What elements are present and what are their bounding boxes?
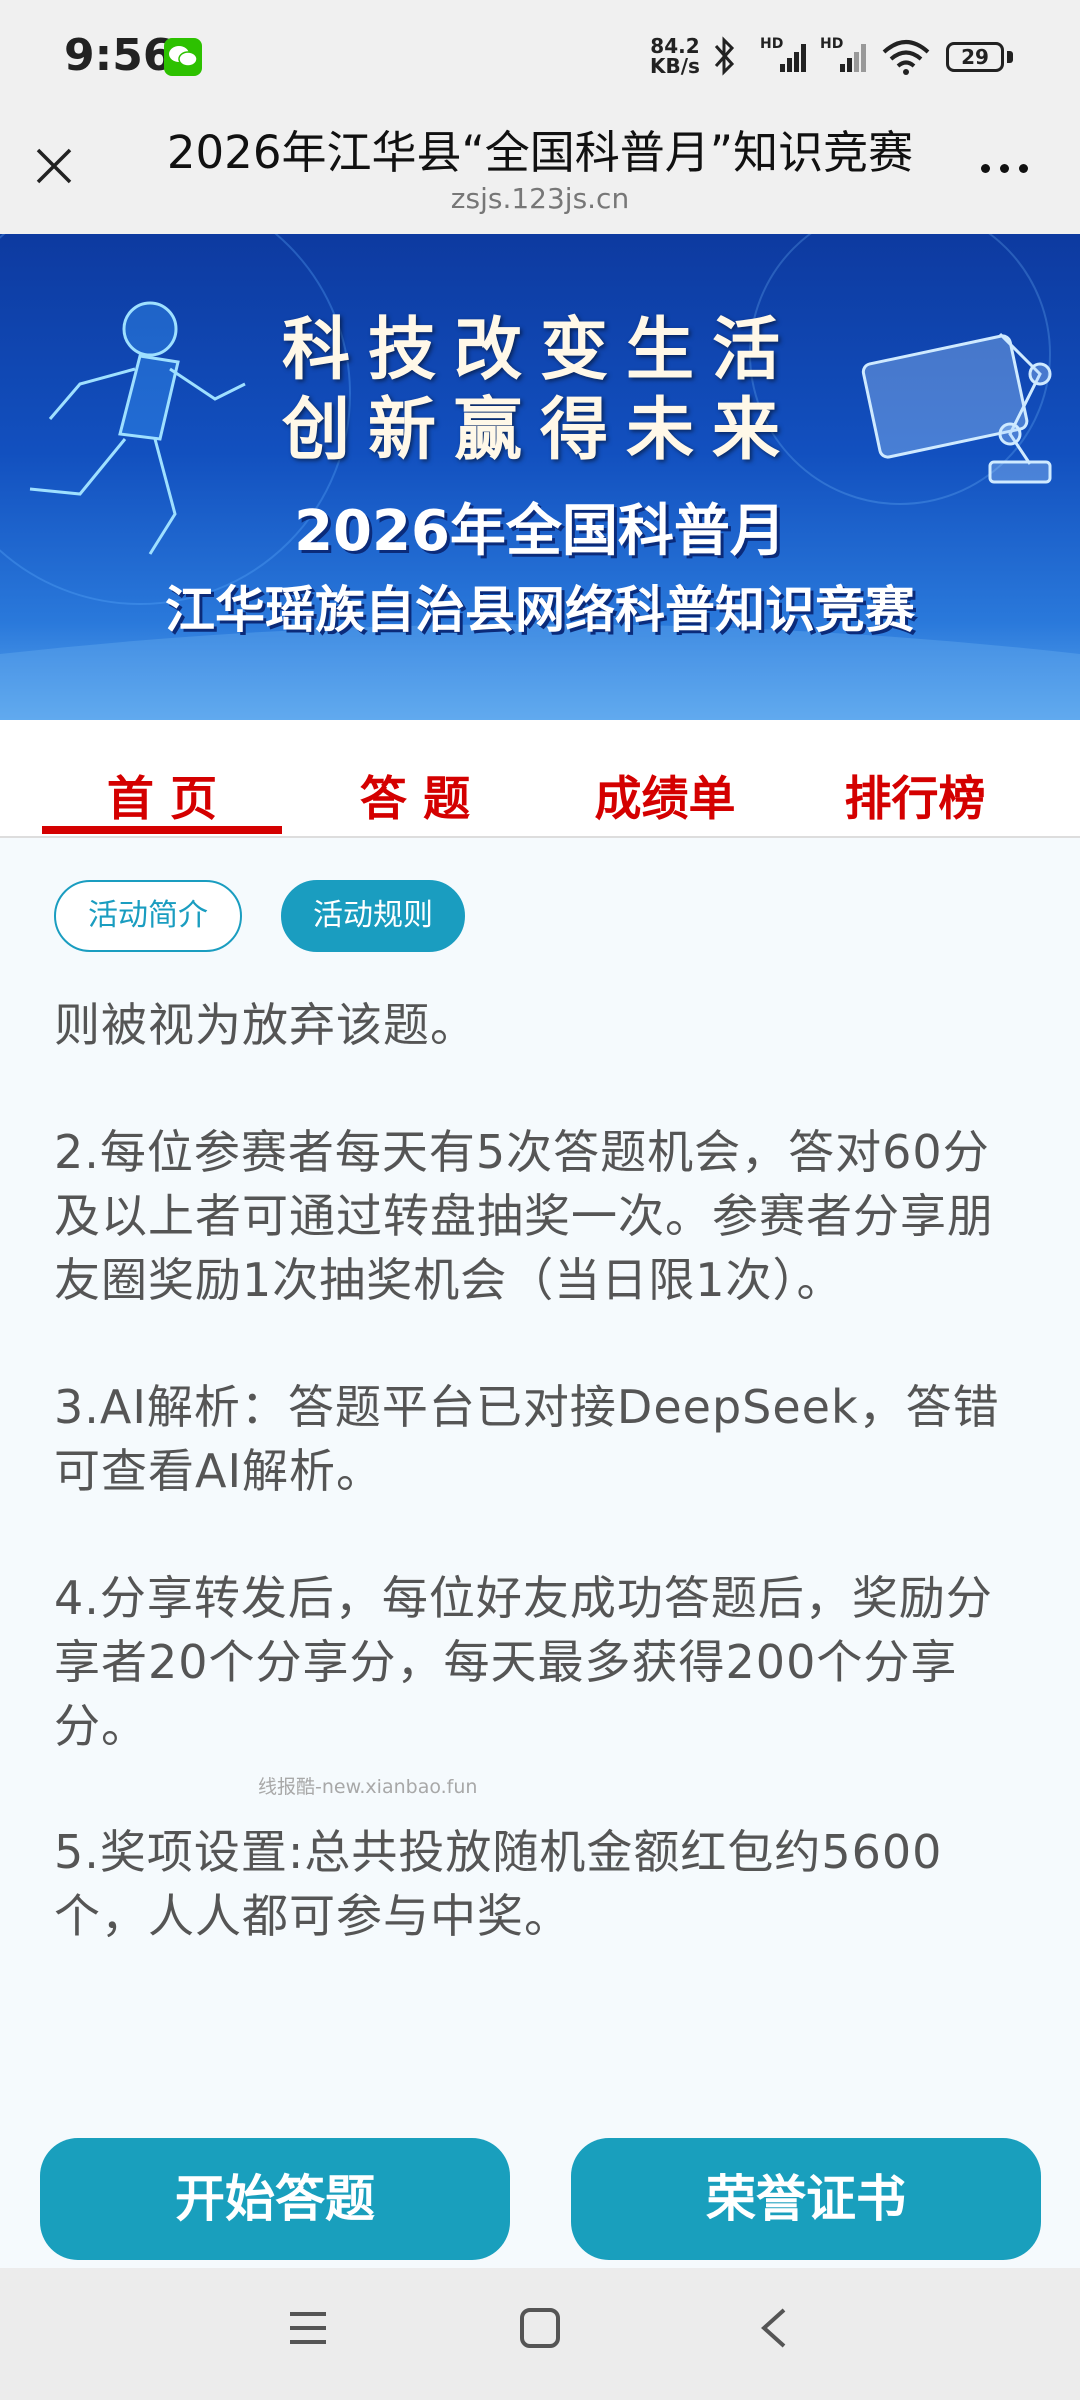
- menu-icon[interactable]: [286, 2306, 330, 2350]
- banner-subtitle-2: 江华瑶族自治县网络科普知识竞赛: [165, 581, 915, 639]
- wechat-notification-icon: [164, 38, 202, 76]
- activity-intro-button[interactable]: 活动简介: [54, 880, 242, 952]
- rule-text-3-line2: 可查看AI解析。: [54, 1444, 384, 1498]
- activity-rules-button[interactable]: 活动规则: [281, 880, 465, 952]
- rule-text-4-line3: 分。: [54, 1699, 148, 1753]
- battery-tip: [1007, 51, 1013, 63]
- signal-icon-2: [840, 44, 866, 72]
- rule-text-3-line1: 3.AI解析：答题平台已对接DeepSeek，答错: [54, 1380, 1000, 1434]
- back-icon[interactable]: [752, 2306, 796, 2350]
- rule-text-2-line1: 2.每位参赛者每天有5次答题机会，答对60分: [54, 1125, 990, 1179]
- wifi-icon: [882, 40, 930, 75]
- signal-icon-1: [780, 44, 806, 72]
- home-icon[interactable]: [518, 2306, 562, 2350]
- bluetooth-icon: [714, 36, 735, 76]
- rule-text-p0: 则被视为放弃该题。: [54, 998, 477, 1052]
- active-tab-indicator: [42, 826, 282, 834]
- rule-text-4-line1: 4.分享转发后，每位好友成功答题后，奖励分: [54, 1571, 993, 1625]
- battery-indicator: 29: [946, 42, 1004, 72]
- status-time: 9:56: [64, 30, 174, 81]
- more-options-icon[interactable]: [975, 160, 1035, 176]
- rule-text-2-line2: 及以上者可通过转盘抽奖一次。参赛者分享朋: [54, 1189, 994, 1243]
- rule-text-2-line3: 友圈奖励1次抽奖机会（当日限1次）。: [54, 1253, 844, 1307]
- tab-answer[interactable]: 答 题: [295, 760, 535, 829]
- rule-text-4-line2: 享者20个分享分，每天最多获得200个分享: [54, 1635, 958, 1689]
- start-quiz-button[interactable]: 开始答题: [40, 2138, 510, 2260]
- watermark: 线报酷-new.xianbao.fun: [258, 1776, 478, 1798]
- rule-text-5-line1: 5.奖项设置:总共投放随机金额红包约5600: [54, 1825, 943, 1879]
- banner-slogan-2: 创新赢得未来: [281, 390, 798, 470]
- banner: 科技改变生活 创新赢得未来 2026年全国科普月 江华瑶族自治县网络科普知识竞赛: [0, 234, 1080, 720]
- tab-bar: 首 页 答 题 成绩单 排行榜: [0, 720, 1080, 838]
- network-speed: 84.2 KB/s: [650, 34, 700, 78]
- page-title: 2026年江华县“全国科普月”知识竞赛: [166, 126, 914, 179]
- tab-scores[interactable]: 成绩单: [545, 760, 785, 829]
- rule-text-5-line2: 个，人人都可参与中奖。: [54, 1889, 571, 1943]
- page-url: zsjs.123js.cn: [450, 182, 630, 215]
- honor-certificate-button[interactable]: 荣誉证书: [571, 2138, 1041, 2260]
- banner-subtitle-1: 2026年全国科普月: [294, 499, 786, 564]
- tab-ranking[interactable]: 排行榜: [795, 760, 1035, 829]
- tab-home[interactable]: 首 页: [42, 760, 282, 829]
